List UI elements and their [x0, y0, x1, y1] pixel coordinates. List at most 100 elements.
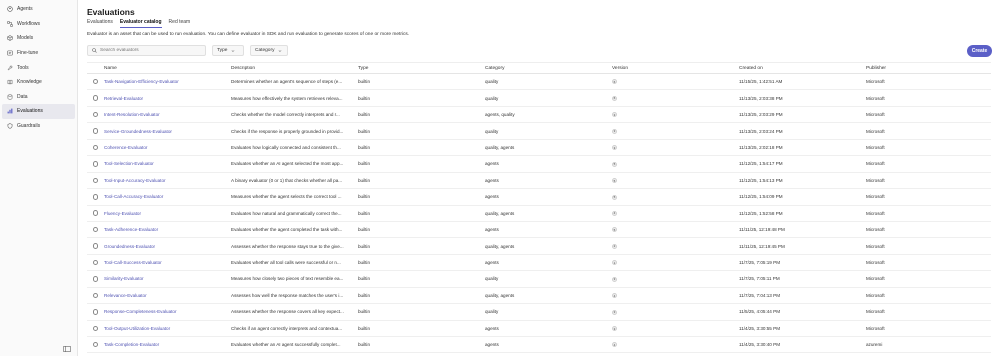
- row-select-radio[interactable]: [92, 276, 99, 282]
- table-row[interactable]: Response-Completeness-Evaluator Assesses …: [87, 304, 991, 321]
- row-select-radio[interactable]: [92, 325, 99, 332]
- table-row[interactable]: Coherence-Evaluator Evaluates how logical…: [87, 140, 991, 157]
- row-select-radio[interactable]: [92, 341, 99, 348]
- evaluator-type: builtin: [358, 276, 371, 282]
- publisher: Microsoft: [866, 144, 885, 150]
- evaluator-name-link[interactable]: Relevance-Evaluator: [104, 293, 147, 298]
- version-badge: 5: [612, 178, 617, 184]
- sidebar-item-workflows[interactable]: Workflows: [2, 17, 75, 32]
- row-select-radio[interactable]: [92, 309, 99, 315]
- evaluator-name-link[interactable]: Tool-Input-Accuracy-Evaluator: [104, 178, 166, 183]
- table-row[interactable]: Tool-Output-Utilization-Evaluator Checks …: [87, 321, 991, 337]
- table-row[interactable]: Retrieval-Evaluator Measures how effectiv…: [87, 90, 991, 107]
- version-badge: 5: [612, 194, 617, 200]
- evaluator-name-link[interactable]: Intent-Resolution-Evaluator: [104, 112, 160, 117]
- created-on: 11/11/25, 12:19:45 PM: [739, 243, 785, 249]
- row-select-radio[interactable]: [92, 95, 99, 101]
- row-select-radio[interactable]: [92, 226, 99, 233]
- column-header-description[interactable]: Description: [231, 66, 358, 71]
- evaluator-name-link[interactable]: Fluency-Evaluator: [104, 211, 141, 216]
- sidebar-item-models[interactable]: Models: [2, 31, 75, 46]
- category-filter-dropdown[interactable]: Category: [250, 45, 288, 56]
- row-select-radio[interactable]: [92, 111, 99, 118]
- table-row[interactable]: Task-Navigation-Efficiency-Evaluator Dete…: [87, 74, 991, 91]
- evaluator-name-link[interactable]: Service-Groundedness-Evaluator: [104, 129, 172, 134]
- evaluator-name-link[interactable]: Similarity-Evaluator: [104, 276, 144, 281]
- column-header-created-on[interactable]: Created on: [739, 66, 866, 71]
- sidebar-item-data[interactable]: Data: [2, 90, 75, 105]
- sidebar-item-evaluations[interactable]: Evaluations: [2, 104, 75, 119]
- tab-red-team[interactable]: Red team: [169, 19, 191, 28]
- table-row[interactable]: Service-Groundedness-Evaluator Checks if …: [87, 123, 991, 140]
- table-row[interactable]: Intent-Resolution-Evaluator Checks whethe…: [87, 107, 991, 124]
- sidebar-item-agents[interactable]: Agents: [2, 2, 75, 17]
- evaluator-name-link[interactable]: Retrieval-Evaluator: [104, 96, 143, 101]
- tune-icon: [7, 50, 13, 56]
- row-select-radio[interactable]: [92, 292, 99, 299]
- sidebar-item-knowledge[interactable]: Knowledge: [2, 75, 75, 90]
- table-row[interactable]: Tool-Selection-Evaluator Evaluates whethe…: [87, 156, 991, 173]
- column-header-name[interactable]: Name: [104, 66, 231, 71]
- table-row[interactable]: Relevance-Evaluator Assesses how well the…: [87, 288, 991, 305]
- version-badge: 6: [612, 79, 617, 85]
- table-row[interactable]: Tool-Input-Accuracy-Evaluator A binary ev…: [87, 173, 991, 190]
- table-row[interactable]: Groundedness-Evaluator Assesses whether t…: [87, 238, 991, 255]
- search-box[interactable]: [87, 45, 206, 56]
- row-select-radio[interactable]: [92, 177, 99, 184]
- evaluator-type: builtin: [358, 112, 371, 118]
- table-row[interactable]: Fluency-Evaluator Evaluates how natural a…: [87, 206, 991, 222]
- row-select-radio[interactable]: [92, 128, 99, 134]
- evaluator-name-link[interactable]: Response-Completeness-Evaluator: [104, 309, 177, 314]
- tab-bar: Evaluations Evaluator catalog Red team: [87, 19, 190, 28]
- created-on: 11/13/25, 2:02:18 PM: [739, 144, 783, 150]
- created-on: 11/5/25, 4:05:44 PM: [739, 309, 781, 315]
- publisher: Microsoft: [866, 79, 885, 85]
- publisher: Microsoft: [866, 95, 885, 101]
- evaluator-type: builtin: [358, 342, 371, 348]
- tab-evaluations[interactable]: Evaluations: [87, 19, 113, 28]
- collapse-sidebar-button[interactable]: [63, 346, 71, 352]
- row-select-radio[interactable]: [92, 259, 99, 266]
- evaluator-name-link[interactable]: Groundedness-Evaluator: [104, 244, 155, 249]
- evaluator-name-link[interactable]: Coherence-Evaluator: [104, 145, 147, 150]
- row-select-radio[interactable]: [92, 210, 99, 216]
- sidebar-item-fine-tune[interactable]: Fine-tune: [2, 46, 75, 61]
- row-select-radio[interactable]: [92, 243, 99, 249]
- evaluator-name-link[interactable]: Tool-Call-Accuracy-Evaluator: [104, 194, 163, 199]
- row-select-radio[interactable]: [92, 144, 99, 151]
- table-row[interactable]: Task-Adherence-Evaluator Evaluates whethe…: [87, 222, 991, 239]
- column-header-category[interactable]: Category: [485, 66, 612, 71]
- evaluator-name-link[interactable]: Tool-Selection-Evaluator: [104, 161, 154, 166]
- created-on: 11/12/25, 1:54:13 PM: [739, 177, 783, 183]
- evaluator-name-link[interactable]: Task-Adherence-Evaluator: [104, 227, 158, 232]
- created-on: 11/13/25, 2:03:38 PM: [739, 95, 783, 101]
- table-row[interactable]: Tool-Call-Accuracy-Evaluator Measures whe…: [87, 189, 991, 206]
- table-row[interactable]: Tool-Call-Success-Evaluator Evaluates whe…: [87, 255, 991, 272]
- create-button[interactable]: Create: [967, 45, 992, 57]
- evaluator-category: agents: [485, 227, 499, 233]
- evaluator-type: builtin: [358, 210, 371, 216]
- workflow-icon: [7, 21, 13, 27]
- table-row[interactable]: Task-Completion-Evaluator Evaluates wheth…: [87, 337, 991, 354]
- sidebar-item-tools[interactable]: Tools: [2, 60, 75, 75]
- type-filter-dropdown[interactable]: Type: [212, 45, 244, 56]
- table-header: Name Description Type Category Version C…: [87, 63, 991, 74]
- row-select-radio[interactable]: [92, 161, 99, 167]
- evaluator-category: quality: [485, 128, 499, 134]
- evaluator-name-link[interactable]: Task-Completion-Evaluator: [104, 342, 159, 347]
- evaluator-name-link[interactable]: Tool-Output-Utilization-Evaluator: [104, 326, 170, 331]
- column-header-type[interactable]: Type: [358, 66, 485, 71]
- column-header-version[interactable]: Version: [612, 66, 739, 71]
- row-select-radio[interactable]: [92, 78, 99, 85]
- sidebar-item-guardrails[interactable]: Guardrails: [2, 119, 75, 134]
- column-header-publisher[interactable]: Publisher: [866, 66, 991, 71]
- evaluator-name-link[interactable]: Task-Navigation-Efficiency-Evaluator: [104, 79, 179, 84]
- row-select-radio[interactable]: [92, 194, 99, 200]
- evaluator-description: Evaluates how natural and grammatically …: [231, 210, 342, 216]
- table-row[interactable]: Similarity-Evaluator Measures how closely…: [87, 271, 991, 288]
- chevron-down-icon: [232, 49, 235, 52]
- tab-evaluator-catalog[interactable]: Evaluator catalog: [119, 19, 162, 28]
- evaluator-description: Determines whether an agent's sequence o…: [231, 79, 343, 85]
- search-input[interactable]: [100, 48, 200, 53]
- evaluator-name-link[interactable]: Tool-Call-Success-Evaluator: [104, 260, 162, 265]
